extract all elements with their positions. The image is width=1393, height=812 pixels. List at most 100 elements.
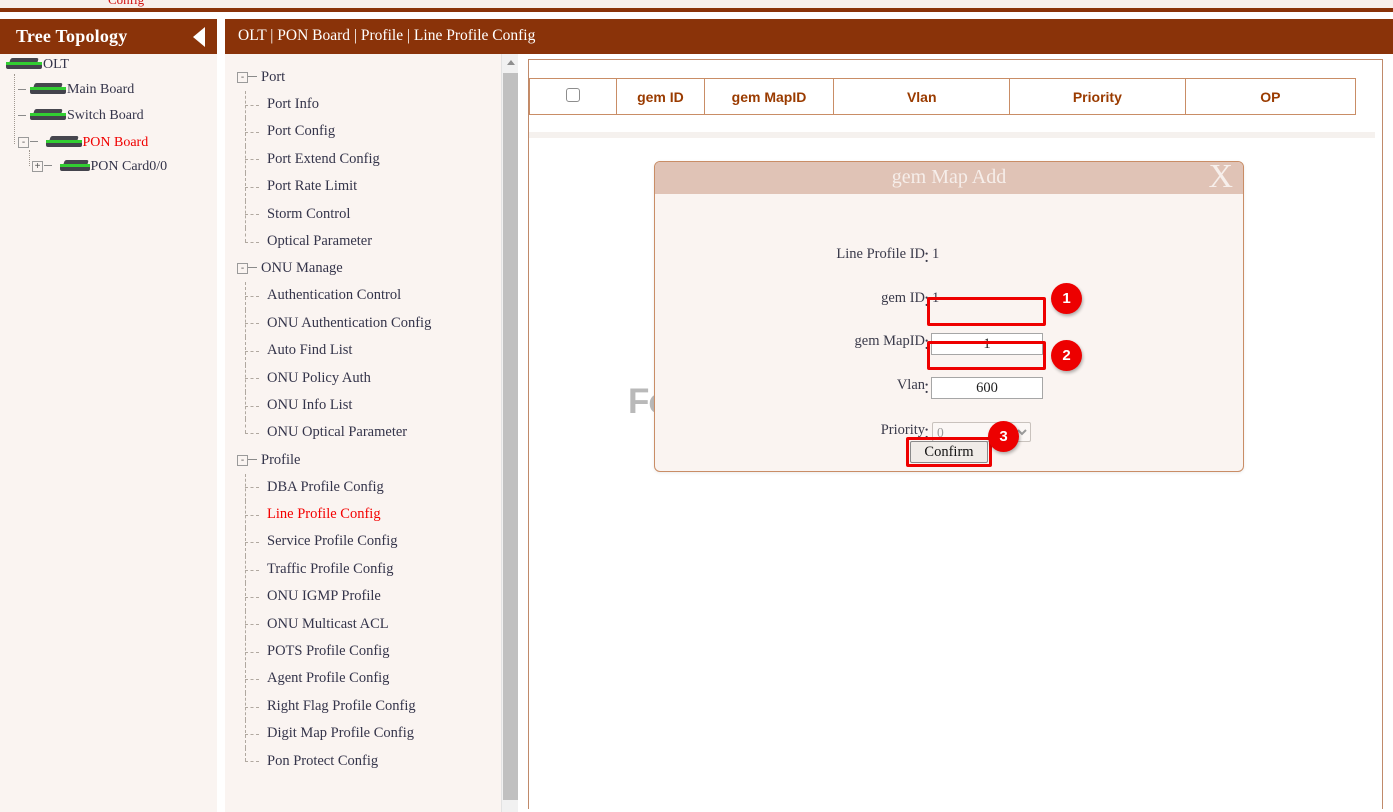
menu-item-auto-find-list[interactable]: Auto Find List [225,337,505,364]
select-all-checkbox[interactable] [566,88,580,102]
tree-node-label: OLT [43,57,69,72]
menu-tree-connector [245,556,263,583]
device-icon [60,160,90,172]
confirm-button[interactable]: Confirm [910,441,988,463]
device-icon [30,83,66,95]
tree-topology-body: OLT Main Board Switch Board - PON Board … [0,54,217,812]
step-badge-1: 1 [1051,283,1082,314]
menu-item-dba-profile-config[interactable]: DBA Profile Config [225,474,505,501]
menu-group-profile[interactable]: -Profile [225,447,505,474]
dialog-body: Line Profile ID ： 1 gem ID ： 1 gem MapID… [655,194,1243,472]
menu-tree-connector [245,501,263,528]
menu-scrollbar[interactable] [501,54,518,812]
menu-tree-connector [245,201,263,228]
menu-group-port[interactable]: - Port [225,64,505,91]
menu-item-pon-protect-config[interactable]: Pon Protect Config [225,748,505,775]
menu-item-onu-info-list[interactable]: ONU Info List [225,392,505,419]
menu-item-port-extend-config[interactable]: Port Extend Config [225,146,505,173]
field-row-gem-id: gem ID ： 1 [655,290,1243,312]
menu-tree-connector [245,583,263,610]
menu-item-port-config[interactable]: Port Config [225,118,505,145]
menu-item-authentication-control[interactable]: Authentication Control [225,282,505,309]
menu-tree-connector [245,748,263,775]
menu-item-agent-profile-config[interactable]: Agent Profile Config [225,665,505,692]
table-header-row: gem ID gem MapID Vlan Priority OP [530,79,1356,115]
menu-item-label: Service Profile Config [267,533,397,549]
step-badge-2: 2 [1051,340,1082,371]
scroll-up-arrow-icon[interactable] [502,54,518,71]
menu-scroll-region: - Port Port InfoPort ConfigPort Extend Con… [225,54,518,812]
tree-node-olt[interactable]: OLT [6,57,69,73]
tree-node-label: Main Board [67,82,134,97]
gem-map-table: gem ID gem MapID Vlan Priority OP [529,78,1356,115]
menu-group-onu-manage[interactable]: -ONU Manage [225,255,505,282]
top-strip: Config [0,0,1393,12]
menu-item-label: ONU IGMP Profile [267,588,381,604]
menu-tree-connector [245,91,263,118]
menu-collapse-icon[interactable]: - [237,72,248,83]
menu-item-label: ONU Policy Auth [267,370,371,386]
menu-tree-connector [245,611,263,638]
menu-item-port-rate-limit[interactable]: Port Rate Limit [225,173,505,200]
tree-expand-icon[interactable]: + [32,161,43,172]
menu-collapse-icon[interactable]: - [237,455,248,466]
menu-item-digit-map-profile-config[interactable]: Digit Map Profile Config [225,720,505,747]
menu-tree-connector [245,365,263,392]
menu-item-port-info[interactable]: Port Info [225,91,505,118]
menu-tree-connector [245,720,263,747]
priority-label: Priority [881,422,925,439]
field-row-vlan: Vlan ： [655,377,1243,399]
menu-item-label: DBA Profile Config [267,479,384,495]
menu-tree-connector [245,173,263,200]
tree-node-label: PON Card0/0 [91,159,168,174]
menu-tree-connector [245,118,263,145]
menu-tree-connector [245,419,263,446]
menu-item-service-profile-config[interactable]: Service Profile Config [225,528,505,555]
menu-item-onu-optical-parameter[interactable]: ONU Optical Parameter [225,419,505,446]
menu-item-onu-multicast-acl[interactable]: ONU Multicast ACL [225,611,505,638]
menu-collapse-icon[interactable]: - [237,263,248,274]
tree-node-pon-board[interactable]: - PON Board [18,135,148,151]
menu-item-label: Digit Map Profile Config [267,725,414,741]
menu-tree-connector [245,693,263,720]
tree-node-switch-board[interactable]: Switch Board [30,108,144,124]
tree-branch-line [44,165,52,166]
collapse-sidebar-icon[interactable] [193,27,205,47]
tree-topology-sidebar: Tree Topology OLT Main Board Switch Boar… [0,19,217,812]
table-header-vlan: Vlan [834,79,1010,115]
table-header-priority: Priority [1010,79,1186,115]
menu-item-line-profile-config[interactable]: Line Profile Config [225,501,505,528]
menu-group-label: Port [261,69,285,85]
vlan-input[interactable] [931,377,1043,399]
tree-node-main-board[interactable]: Main Board [30,82,134,98]
top-brand-bar [0,8,1393,12]
menu-branch-line [248,459,257,460]
tree-trunk-line [29,150,30,166]
table-bottom-shadow [529,132,1375,138]
tree-collapse-icon[interactable]: - [18,137,29,148]
menu-tree-connector [245,638,263,665]
menu-item-onu-authentication-config[interactable]: ONU Authentication Config [225,310,505,337]
tree-node-label: Switch Board [67,108,144,123]
menu-tree-connector [245,282,263,309]
menu-item-pots-profile-config[interactable]: POTS Profile Config [225,638,505,665]
menu-item-onu-igmp-profile[interactable]: ONU IGMP Profile [225,583,505,610]
tree-node-pon-card-0-0[interactable]: + PON Card0/0 [32,159,167,175]
menu-branch-line [248,76,257,77]
device-icon [6,58,42,70]
menu-item-storm-control[interactable]: Storm Control [225,201,505,228]
close-icon[interactable]: X [1208,156,1233,198]
menu-item-label: POTS Profile Config [267,643,389,659]
menu-item-label: Storm Control [267,206,350,222]
menu-tree-connector [245,665,263,692]
menu-item-label: ONU Optical Parameter [267,424,407,440]
tree-branch-line [30,141,38,142]
menu-item-traffic-profile-config[interactable]: Traffic Profile Config [225,556,505,583]
menu-item-onu-policy-auth[interactable]: ONU Policy Auth [225,365,505,392]
menu-item-optical-parameter[interactable]: Optical Parameter [225,228,505,255]
device-icon [46,136,82,148]
menu-item-right-flag-profile-config[interactable]: Right Flag Profile Config [225,693,505,720]
scrollbar-thumb[interactable] [503,73,518,800]
gem-mapid-input[interactable] [931,333,1043,355]
device-icon [30,109,66,121]
